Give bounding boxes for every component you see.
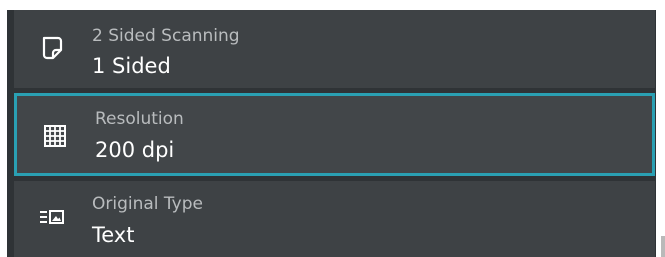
setting-label: 2 Sided Scanning — [92, 26, 240, 46]
setting-original-type[interactable]: Original Type Text — [14, 181, 655, 257]
grid-icon — [42, 123, 68, 149]
setting-label: Original Type — [92, 194, 203, 214]
setting-value: 1 Sided — [92, 54, 171, 78]
setting-value: 200 dpi — [95, 138, 175, 162]
setting-label: Resolution — [95, 109, 184, 129]
setting-value: Text — [92, 223, 135, 247]
setting-2-sided-scanning[interactable]: 2 Sided Scanning 1 Sided — [14, 10, 655, 88]
setting-resolution[interactable]: Resolution 200 dpi — [14, 93, 655, 176]
text-photo-icon — [39, 205, 65, 231]
page-icon — [39, 35, 65, 61]
scrollbar-thumb[interactable] — [661, 236, 665, 257]
scrollbar-track[interactable] — [656, 10, 661, 257]
